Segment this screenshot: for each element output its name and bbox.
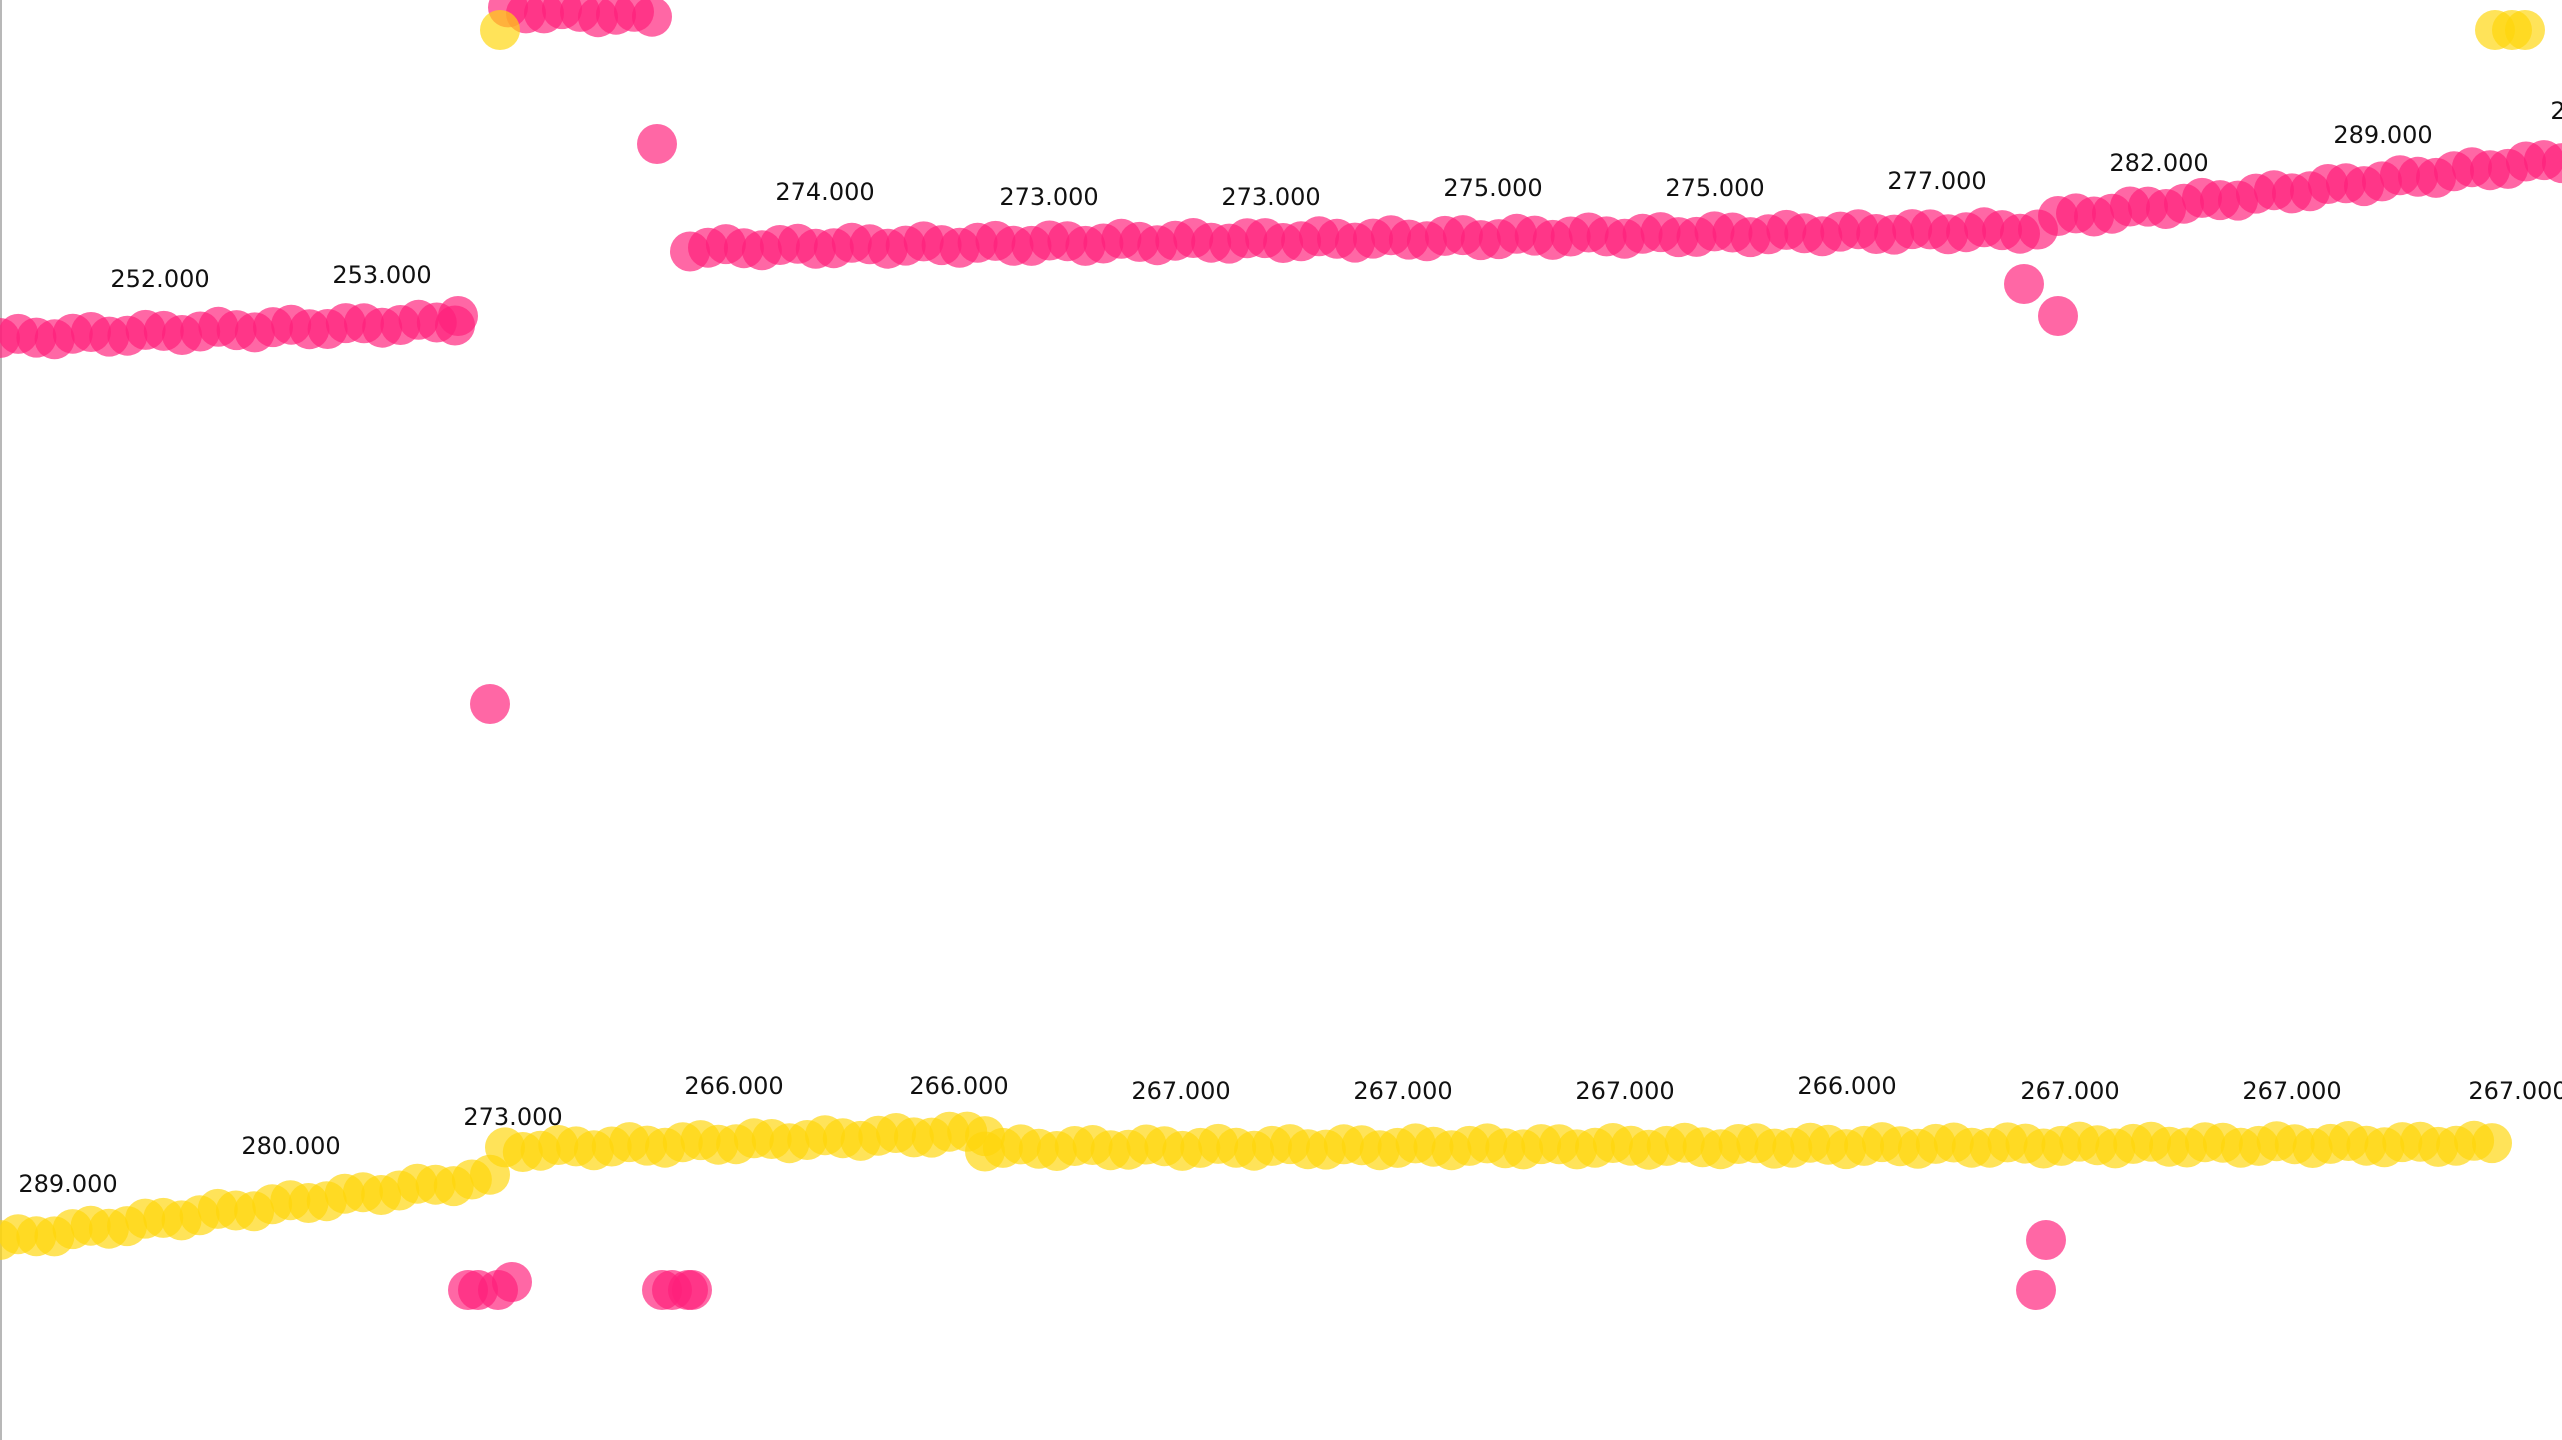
data-point-0-153 (2026, 1220, 2066, 1260)
data-label-1-0: 289.000 (18, 1170, 117, 1198)
data-label-0-6: 275.000 (1665, 174, 1764, 202)
data-label-0-10: 2 (2550, 97, 2562, 125)
data-point-0-142 (637, 124, 677, 164)
data-label-1-4: 266.000 (909, 1072, 1008, 1100)
data-label-1-10: 267.000 (2242, 1077, 2341, 1105)
data-label-0-7: 277.000 (1887, 167, 1986, 195)
data-label-0-3: 273.000 (999, 183, 1098, 211)
scatter-plot: 252.000 253.000 274.000 273.000 273.000 275.0… (0, 0, 2562, 1310)
data-label-0-9: 289.000 (2333, 121, 2432, 149)
data-point-0-144 (2038, 296, 2078, 336)
data-label-0-0: 252.000 (110, 265, 209, 293)
data-point-0-152 (672, 1270, 712, 1310)
data-point-0-143 (2004, 264, 2044, 304)
data-label-0-5: 275.000 (1443, 174, 1542, 202)
data-label-1-5: 267.000 (1131, 1077, 1230, 1105)
data-label-1-11: 267.000 (2468, 1077, 2562, 1105)
data-point-1-140 (2472, 1123, 2512, 1164)
data-label-1-1: 280.000 (241, 1132, 340, 1160)
data-label-1-3: 266.000 (684, 1072, 783, 1100)
data-point-1-144 (2505, 10, 2545, 50)
data-label-1-9: 267.000 (2020, 1077, 2119, 1105)
data-label-0-8: 282.000 (2109, 149, 2208, 177)
data-label-0-1: 253.000 (332, 261, 431, 289)
data-label-0-4: 273.000 (1221, 183, 1320, 211)
data-label-1-6: 267.000 (1353, 1077, 1452, 1105)
data-point-1-141 (480, 10, 520, 50)
data-label-1-7: 267.000 (1575, 1077, 1674, 1105)
data-label-1-2: 273.000 (463, 1103, 562, 1131)
data-point-0-141 (470, 684, 510, 724)
data-point-0-140 (438, 296, 478, 336)
data-point-0-154 (2016, 1270, 2056, 1310)
data-labels: 252.000 253.000 274.000 273.000 273.000 275.0… (18, 97, 2562, 1198)
data-point-0-148 (492, 1262, 532, 1302)
data-label-0-2: 274.000 (775, 178, 874, 206)
data-label-1-8: 266.000 (1797, 1072, 1896, 1100)
